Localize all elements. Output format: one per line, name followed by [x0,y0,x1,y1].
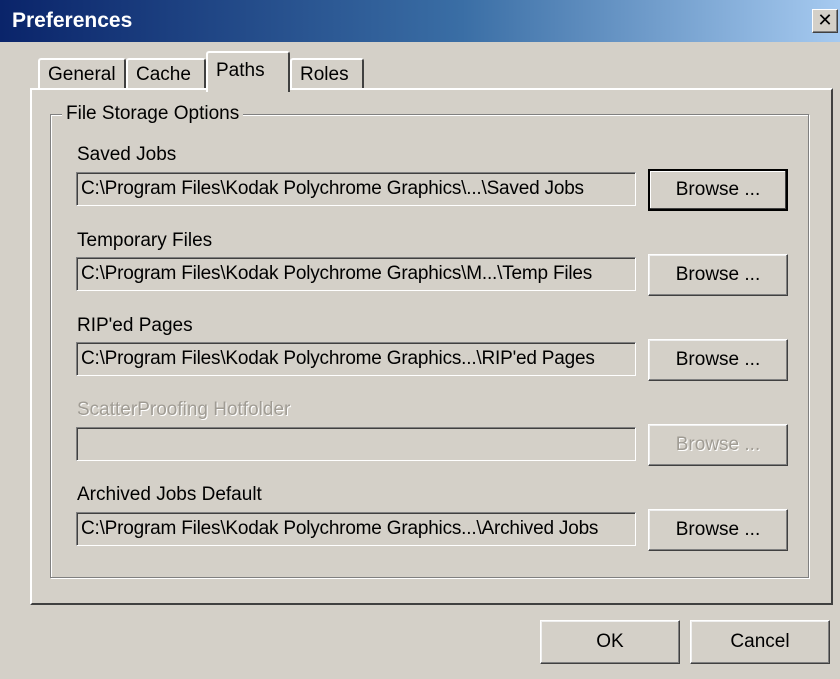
riped-pages-label: RIP'ed Pages [77,315,193,336]
title-bar: Preferences ✕ [0,0,840,42]
tab-general[interactable]: General [38,58,126,88]
saved-jobs-label: Saved Jobs [77,144,177,165]
archived-jobs-default-field[interactable]: C:\Program Files\Kodak Polychrome Graphi… [76,512,636,546]
group-legend: File Storage Options [62,103,244,125]
saved-jobs-field[interactable]: C:\Program Files\Kodak Polychrome Graphi… [76,172,636,206]
archived-jobs-default-label: Archived Jobs Default [77,484,262,505]
archived-jobs-default-browse-button[interactable]: Browse ... [648,509,788,551]
temporary-files-label: Temporary Files [77,230,213,251]
temporary-files-field[interactable]: C:\Program Files\Kodak Polychrome Graphi… [76,257,636,291]
temporary-files-browse-button[interactable]: Browse ... [648,254,788,296]
tab-cache[interactable]: Cache [126,58,206,88]
ok-button[interactable]: OK [540,620,680,664]
tab-paths[interactable]: Paths [206,51,290,92]
riped-pages-field[interactable]: C:\Program Files\Kodak Polychrome Graphi… [76,342,636,376]
scatterproofing-hotfolder-field [76,427,636,461]
scatterproofing-hotfolder-browse-button: Browse ... [648,424,788,466]
window-title: Preferences [12,9,133,32]
riped-pages-browse-button[interactable]: Browse ... [648,339,788,381]
tab-roles[interactable]: Roles [290,58,364,88]
saved-jobs-browse-button[interactable]: Browse ... [648,169,788,211]
close-icon[interactable]: ✕ [812,9,838,33]
scatterproofing-hotfolder-label: ScatterProofing Hotfolder [77,399,291,420]
cancel-button[interactable]: Cancel [690,620,830,664]
